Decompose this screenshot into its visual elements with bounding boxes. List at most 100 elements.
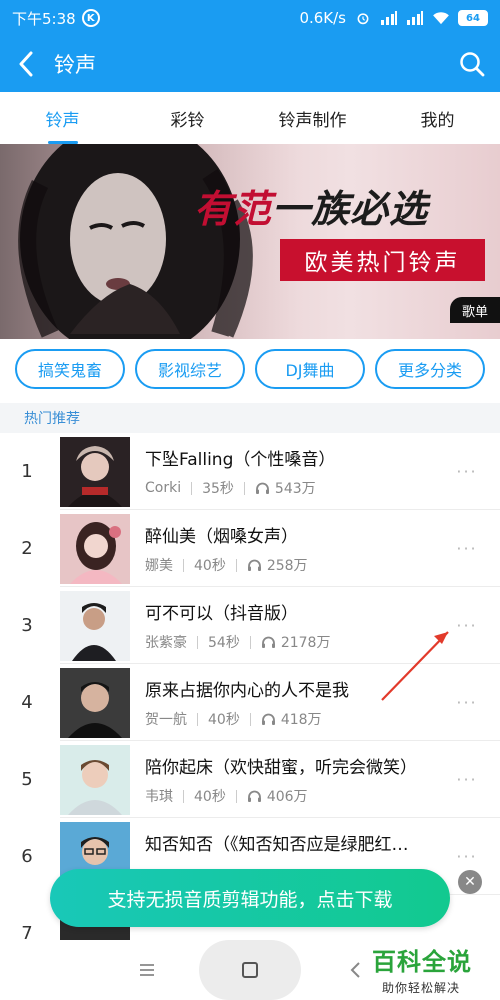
song-cover-image (60, 745, 130, 815)
download-toast[interactable]: 支持无损音质剪辑功能，点击下载 (50, 869, 450, 927)
category-bar: 搞笑鬼畜 影视综艺 DJ舞曲 更多分类 (0, 349, 500, 391)
song-meta: 娜美 40秒 258万 (145, 555, 308, 575)
menu-nav-button[interactable] (134, 958, 160, 982)
signal-icon-2 (407, 11, 423, 25)
song-row[interactable]: 4 原来占据你内心的人不是我 贺一航 40秒 418万 ··· (0, 664, 500, 741)
more-options-button[interactable]: ··· (452, 767, 482, 791)
category-dj[interactable]: DJ舞曲 (255, 349, 365, 389)
meta-divider (183, 558, 184, 572)
meta-divider (191, 481, 193, 495)
watermark: 百科全说 助你轻松解决 (372, 942, 492, 998)
song-duration: 40秒 (208, 712, 240, 728)
song-rank: 3 (21, 615, 33, 636)
song-row[interactable]: 2 醉仙美（烟嗓女声） 娜美 40秒 258万 ··· (0, 510, 500, 587)
alarm-icon (357, 13, 369, 25)
meta-divider (235, 558, 237, 572)
song-duration: 54秒 (208, 635, 240, 651)
banner-subtitle: 欧美热门铃声 (280, 239, 485, 281)
promo-banner[interactable]: 有范一族必选 欧美热门铃声 歌单 (0, 144, 500, 339)
watermark-title: 百科全说 (372, 948, 472, 976)
more-options-button[interactable]: ··· (452, 690, 482, 714)
search-icon (460, 52, 485, 77)
song-plays: 418万 (280, 712, 322, 728)
k-badge-icon: K (81, 9, 100, 27)
screen: 下午5:38 K 0.6K/s 64 铃声 铃声 彩铃 铃声制作 我的 有范一族… (0, 0, 500, 1000)
song-title: 陪你起床（欢快甜蜜，听完会微笑） (145, 758, 417, 778)
search-button[interactable] (444, 36, 500, 92)
status-time: 下午5:38 (12, 9, 76, 28)
back-button[interactable] (4, 36, 48, 92)
song-row[interactable]: 1 下坠Falling（个性嗓音） Corki 35秒 543万 ··· (0, 433, 500, 510)
banner-portrait-image (0, 144, 300, 339)
section-header: 热门推荐 (0, 403, 500, 433)
menu-icon (140, 964, 154, 976)
more-options-button[interactable]: ··· (452, 536, 482, 560)
song-plays: 258万 (266, 558, 308, 574)
more-options-button[interactable]: ··· (452, 844, 482, 868)
back-nav-button[interactable] (343, 958, 367, 982)
home-icon (242, 962, 258, 978)
more-options-button[interactable]: ··· (452, 613, 482, 637)
song-title: 知否知否（《知否知否应是绿肥红… (145, 835, 409, 855)
back-arrow-icon (350, 962, 360, 978)
song-artist: Corki (145, 480, 182, 496)
song-meta: Corki 35秒 543万 (145, 478, 316, 498)
tab-ringtone-maker[interactable]: 铃声制作 (250, 92, 375, 144)
banner-tag: 歌单 (450, 297, 500, 323)
song-rank: 5 (21, 769, 33, 790)
section-title: 热门推荐 (24, 411, 80, 427)
song-artist: 张紫豪 (145, 635, 187, 651)
status-bar: 下午5:38 K 0.6K/s 64 (0, 0, 500, 36)
song-cover-image (60, 591, 130, 661)
song-cover-image (60, 514, 130, 584)
headphones-icon (247, 559, 261, 571)
meta-divider (197, 635, 198, 649)
song-plays: 406万 (266, 789, 308, 805)
page-title: 铃声 (54, 53, 96, 77)
app-bar: 铃声 (0, 36, 500, 92)
song-rank: 6 (21, 846, 33, 867)
home-nav-button[interactable] (199, 940, 301, 1000)
song-artist: 娜美 (145, 558, 173, 574)
category-film-variety[interactable]: 影视综艺 (135, 349, 245, 389)
song-meta: 贺一航 40秒 418万 (145, 709, 322, 729)
meta-divider (183, 789, 184, 803)
song-title: 原来占据你内心的人不是我 (145, 681, 349, 701)
tab-ringtone[interactable]: 铃声 (0, 92, 125, 144)
battery-icon: 64 (458, 10, 488, 26)
song-title: 可不可以（抖音版） (145, 604, 298, 624)
tab-caller-ringtone[interactable]: 彩铃 (125, 92, 250, 144)
song-cover-image (60, 437, 130, 507)
song-title: 下坠Falling（个性嗓音） (145, 450, 336, 470)
banner-headline-black: 一族必选 (272, 187, 429, 231)
song-row[interactable]: 3 可不可以（抖音版） 张紫豪 54秒 2178万 ··· (0, 587, 500, 664)
meta-divider (249, 712, 251, 726)
more-options-button[interactable]: ··· (452, 459, 482, 483)
banner-headline: 有范一族必选 (194, 178, 428, 233)
meta-divider (197, 712, 198, 726)
song-row[interactable]: 5 陪你起床（欢快甜蜜，听完会微笑） 韦琪 40秒 406万 ··· (0, 741, 500, 818)
headphones-icon (261, 636, 275, 648)
song-cover-image (60, 668, 130, 738)
song-meta: 韦琪 40秒 406万 (145, 786, 308, 806)
headphones-icon (247, 790, 261, 802)
category-more[interactable]: 更多分类 (375, 349, 485, 389)
song-rank: 2 (21, 538, 33, 559)
chevron-left-icon (19, 51, 33, 77)
song-duration: 35秒 (202, 481, 234, 497)
network-speed: 0.6K/s (299, 9, 346, 27)
song-rank: 1 (21, 461, 33, 482)
close-toast-button[interactable]: ✕ (458, 870, 482, 894)
tab-mine[interactable]: 我的 (375, 92, 500, 144)
headphones-icon (261, 713, 275, 725)
category-funny[interactable]: 搞笑鬼畜 (15, 349, 125, 389)
song-artist: 贺一航 (145, 712, 187, 728)
meta-divider (249, 635, 251, 649)
song-plays: 543万 (274, 481, 316, 497)
song-duration: 40秒 (194, 789, 226, 805)
meta-divider (235, 789, 237, 803)
headphones-icon (255, 482, 269, 494)
watermark-subtitle: 助你轻松解决 (382, 981, 461, 995)
song-title: 醉仙美（烟嗓女声） (145, 527, 298, 547)
song-plays: 2178万 (280, 635, 331, 651)
